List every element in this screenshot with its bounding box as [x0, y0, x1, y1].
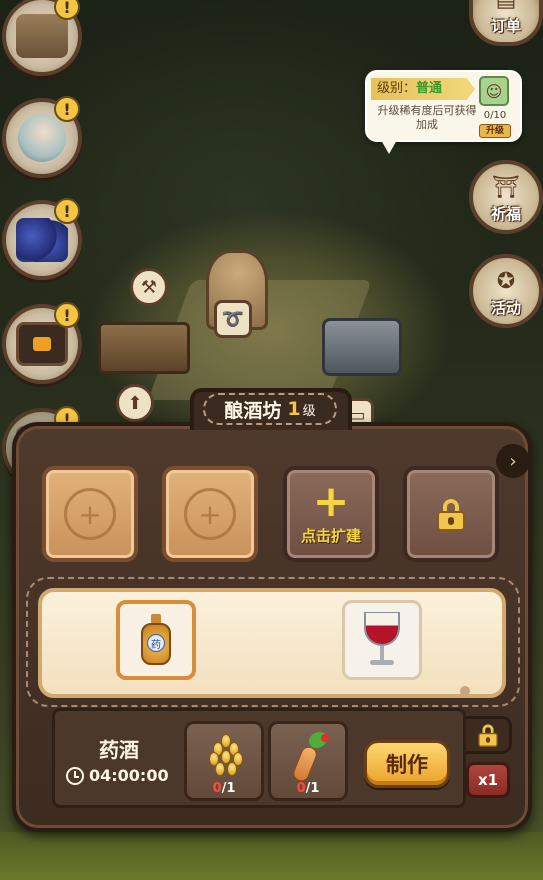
hammer-icon[interactable]: ⚒ — [130, 268, 168, 306]
bottle-label: 药 — [147, 634, 165, 652]
next-building-button[interactable]: › — [496, 444, 530, 478]
workshop-icon — [16, 14, 68, 58]
ingredient-count: 0/1 — [271, 781, 345, 796]
queue-lock[interactable] — [466, 716, 512, 754]
ingredient-count: 0/1 — [187, 781, 261, 796]
pray-button[interactable]: ⛩ 祈福 — [469, 160, 543, 234]
locked-slot[interactable] — [403, 466, 499, 562]
pray-icon: ⛩ — [492, 175, 520, 200]
pray-label: 祈福 — [490, 205, 521, 223]
expand-label: 点击扩建 — [300, 527, 361, 545]
activity-button[interactable]: ✪ 活动 — [469, 254, 543, 328]
count-need: /1 — [305, 781, 320, 796]
rarity-level: 级别：普通 — [371, 78, 475, 100]
level-prefix: 级别： — [377, 81, 417, 96]
medicinal-wine-icon: 药 — [139, 614, 173, 666]
ginseng-icon — [290, 732, 331, 784]
building-level: 1级 — [287, 398, 315, 420]
grain-icon — [205, 734, 249, 782]
production-slot-2[interactable]: + — [162, 466, 258, 562]
level-value: 普通 — [416, 81, 443, 96]
multiplier-button[interactable]: x1 — [466, 762, 510, 798]
alert-badge: ! — [54, 198, 80, 224]
lock-icon — [477, 724, 498, 747]
ingredient-grain[interactable]: 0/1 — [184, 721, 264, 801]
work-bench[interactable] — [98, 322, 190, 374]
level-unit: 级 — [302, 404, 316, 419]
count-have: 0 — [296, 781, 306, 796]
rope-icon[interactable]: ➰ — [214, 300, 252, 338]
building-name: 酿酒坊 — [224, 399, 282, 422]
clock-icon — [66, 766, 84, 785]
add-slot-icon: + — [184, 488, 236, 540]
activity-icon: ✪ — [496, 269, 516, 294]
upgrade-button[interactable]: 升级 — [479, 124, 511, 138]
lock-icon — [437, 499, 465, 531]
red-wine-icon — [362, 612, 402, 668]
alert-badge: ! — [54, 96, 80, 122]
activity-label: 活动 — [490, 299, 521, 317]
npc-portrait-icon — [18, 114, 66, 162]
panel-title: 酿酒坊 1级 — [203, 393, 337, 425]
rarity-description: 升级稀有度后可获得加成 — [377, 104, 477, 131]
grass-strip — [0, 832, 543, 880]
add-slot-icon: + — [64, 488, 116, 540]
orders-icon: ▤ — [492, 0, 520, 13]
production-slot-1[interactable]: + — [42, 466, 138, 562]
ingredient-ginseng[interactable]: 0/1 — [268, 721, 348, 801]
upgrade-progress: 0/10 — [483, 110, 507, 121]
recipe-list — [38, 588, 506, 698]
count-need: /1 — [221, 781, 236, 796]
expand-slot-button[interactable]: + 点击扩建 — [283, 466, 379, 562]
scroll-indicator — [460, 686, 470, 696]
duration-text: 04:00:00 — [89, 766, 169, 785]
alert-badge: ! — [54, 302, 80, 328]
anvil-station[interactable] — [322, 318, 402, 376]
level-number: 1 — [287, 398, 301, 420]
recipe-medicinal-wine[interactable]: 药 — [116, 600, 196, 680]
recipe-duration: 04:00:00 — [66, 766, 186, 785]
blueberry-icon — [16, 218, 68, 262]
count-have: 0 — [212, 781, 222, 796]
upgrade-pin-icon[interactable]: ⬆ — [116, 384, 154, 422]
npc-upgrade-icon: ☺ — [479, 76, 509, 106]
make-button[interactable]: 制作 — [364, 740, 450, 788]
rarity-tooltip: 级别：普通 升级稀有度后可获得加成 ☺ 0/10 升级 — [365, 70, 522, 154]
recipe-red-wine[interactable] — [342, 600, 422, 680]
plus-icon: + — [312, 476, 350, 527]
tv-icon — [16, 322, 68, 366]
orders-label: 订单 — [490, 17, 521, 35]
recipe-name: 药酒 — [99, 738, 139, 762]
